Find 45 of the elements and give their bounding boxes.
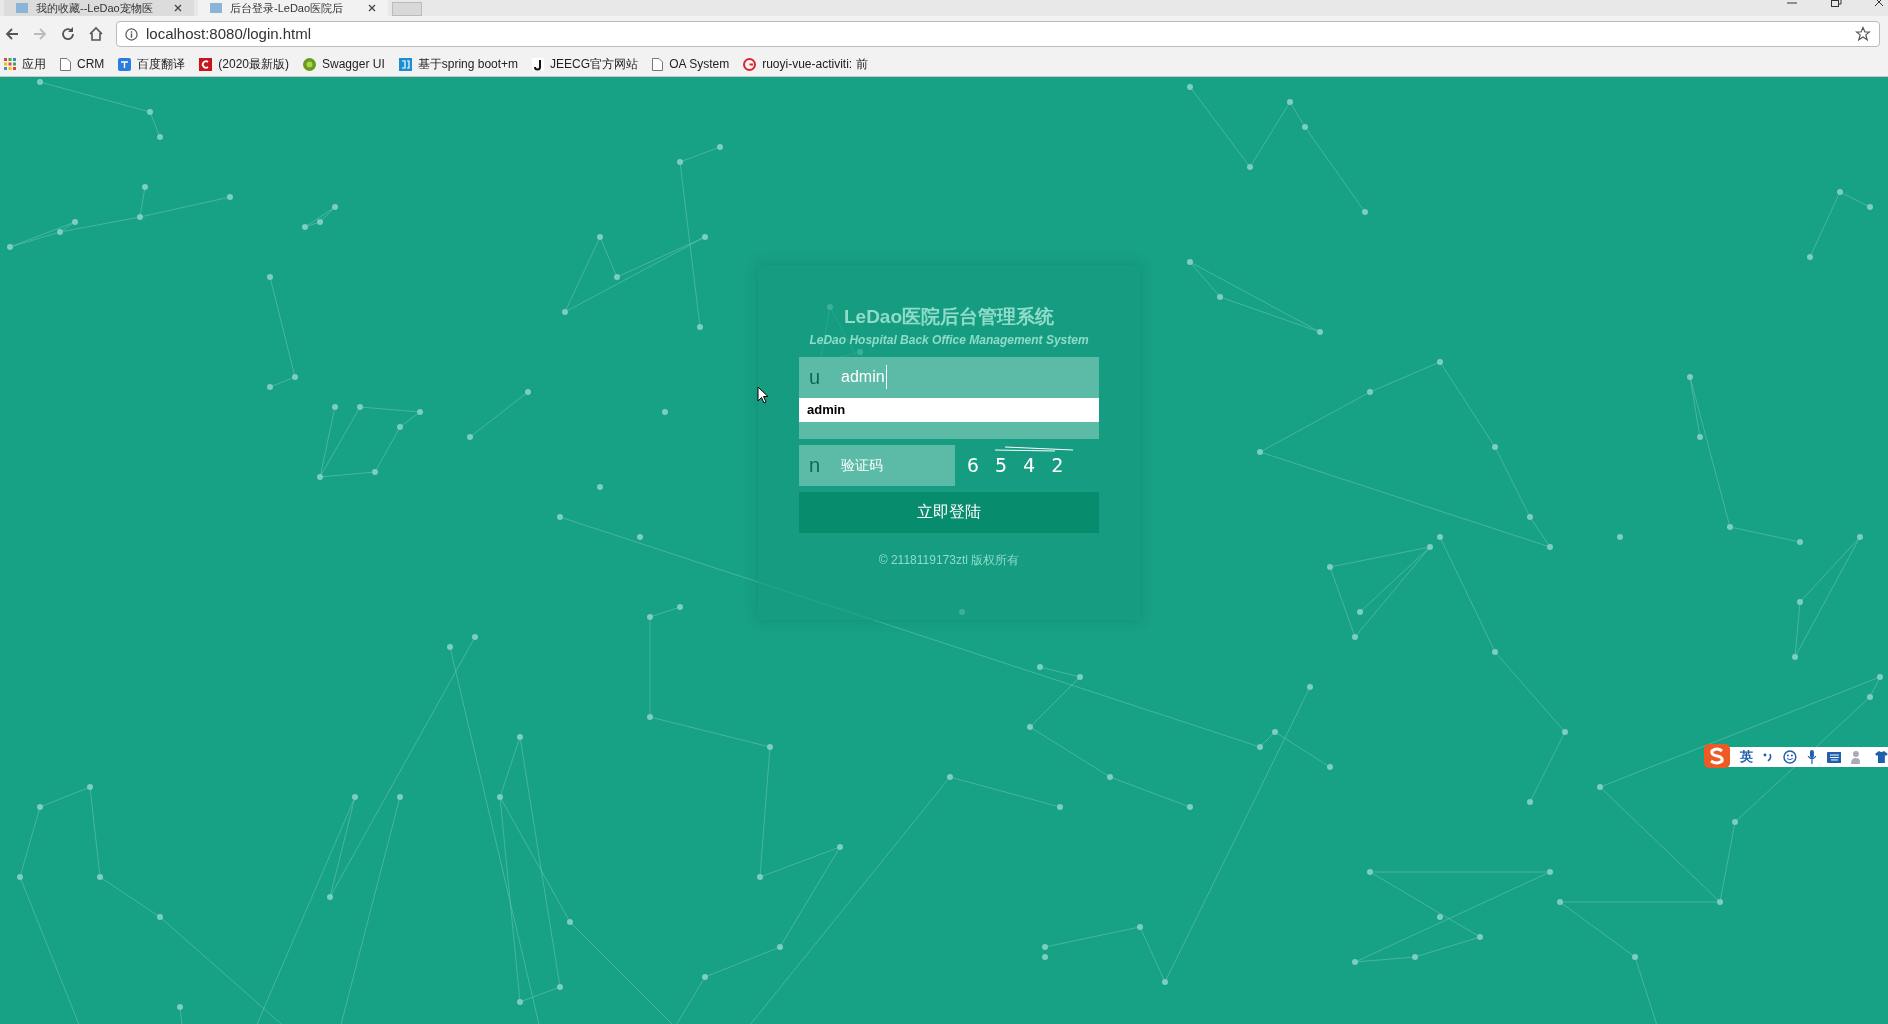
autocomplete-option[interactable]: admin xyxy=(799,397,1099,422)
smiley-icon xyxy=(1782,750,1797,764)
microphone-icon xyxy=(1806,750,1817,764)
shirt-icon xyxy=(1875,751,1888,763)
star-icon xyxy=(1855,26,1871,42)
bookmark-link[interactable]: 应用 xyxy=(4,55,46,73)
square-icon xyxy=(398,57,412,71)
system-title: LeDao医院后台管理系统 xyxy=(843,305,1055,329)
back-icon xyxy=(4,26,20,42)
close-icon xyxy=(174,4,182,12)
punctuation-icon xyxy=(1763,751,1773,763)
bookmark-link[interactable]: 百度翻译 xyxy=(118,55,186,73)
new-tab-button[interactable] xyxy=(392,2,422,16)
translate-icon xyxy=(118,57,132,71)
keyboard-icon xyxy=(1826,751,1842,763)
browser-tab[interactable]: 后台登录-LeDao医院后 xyxy=(198,0,388,16)
system-subtitle: LeDao Hospital Back Office Management System xyxy=(809,331,1089,349)
close-icon xyxy=(368,4,376,12)
username-value: admin xyxy=(841,365,887,390)
reload-icon xyxy=(60,26,76,42)
bookmark-link[interactable]: ruoyi-vue-activiti: 前 xyxy=(743,55,868,73)
circle-icon xyxy=(303,57,316,71)
captcha-placeholder: 验证码 xyxy=(841,455,883,475)
ring-icon xyxy=(743,57,757,71)
ime-mode[interactable]: 英 xyxy=(1740,747,1753,767)
bookmark-link[interactable]: CRM xyxy=(60,55,105,73)
bookmark-link[interactable]: (2020最新版) xyxy=(199,55,289,73)
bookmark-link[interactable]: Swagger UI xyxy=(303,55,385,73)
address-bar[interactable]: localhost:8080/login.html xyxy=(116,21,1880,47)
field-prefix: u xyxy=(808,365,822,391)
bookmark-link[interactable]: OA System xyxy=(652,55,730,73)
info-icon xyxy=(125,27,138,41)
bookmark-link[interactable]: JEECG官方网站 xyxy=(532,55,639,73)
letter-c-icon xyxy=(199,57,213,71)
copyright-text: © 2118119173ztl 版权所有 xyxy=(878,551,1020,569)
field-prefix: n xyxy=(808,453,822,479)
apps-grid-icon xyxy=(4,58,16,70)
letter-j-icon xyxy=(532,57,545,71)
home-icon xyxy=(88,26,104,42)
restore-icon xyxy=(1830,0,1842,10)
bookmark-link[interactable]: 基于spring boot+m xyxy=(398,55,519,73)
login-button[interactable]: 立即登陆 xyxy=(799,491,1099,533)
forward-icon xyxy=(32,26,48,42)
cursor-icon xyxy=(757,386,769,404)
browser-tab[interactable]: 我的收藏--LeDao宠物医 xyxy=(4,0,194,16)
